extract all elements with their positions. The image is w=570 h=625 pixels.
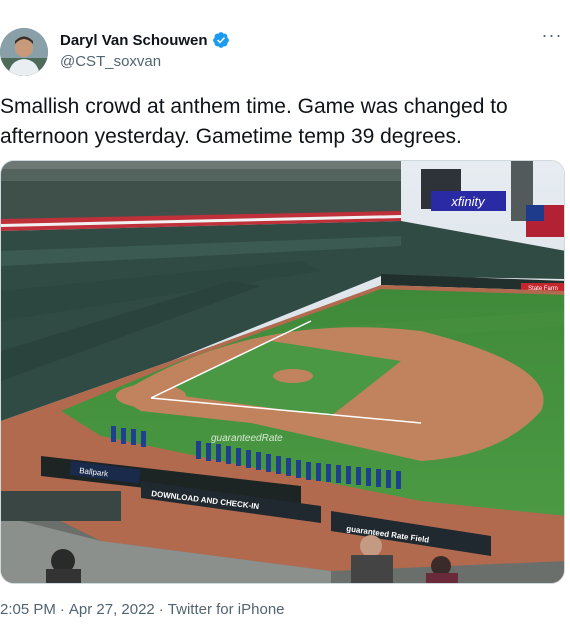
tweet-text: Smallish crowd at anthem time. Game was …	[0, 95, 508, 148]
field-logo-text: guaranteedRate	[211, 433, 283, 444]
tweet: Daryl Van Schouwen @CST_soxvan ··· Small…	[0, 0, 570, 625]
profile-photo-icon	[0, 28, 48, 76]
author-display-name[interactable]: Daryl Van Schouwen	[60, 32, 208, 49]
ballpark-photo: xfinity State Farm guaranteedRate Ballpa…	[1, 161, 564, 583]
more-options-button[interactable]: ···	[540, 25, 564, 48]
tweet-meta: 2:05 PM · Apr 27, 2022 · Twitter for iPhone	[0, 601, 285, 618]
avatar[interactable]	[0, 28, 48, 76]
separator-dot: ·	[158, 601, 164, 618]
tweet-date[interactable]: Apr 27, 2022	[69, 601, 155, 618]
tweet-time[interactable]: 2:05 PM	[0, 601, 56, 618]
tweet-photo[interactable]: xfinity State Farm guaranteedRate Ballpa…	[0, 160, 565, 584]
verified-badge-icon	[212, 32, 229, 48]
author-names: Daryl Van Schouwen @CST_soxvan	[60, 30, 230, 70]
more-horizontal-icon: ···	[541, 25, 563, 45]
author-handle[interactable]: @CST_soxvan	[60, 53, 230, 70]
separator-dot: ·	[59, 601, 65, 618]
xfinity-sign-text: xfinity	[450, 194, 486, 209]
tweet-header: Daryl Van Schouwen @CST_soxvan ···	[0, 24, 570, 80]
tweet-client[interactable]: Twitter for iPhone	[168, 601, 285, 618]
